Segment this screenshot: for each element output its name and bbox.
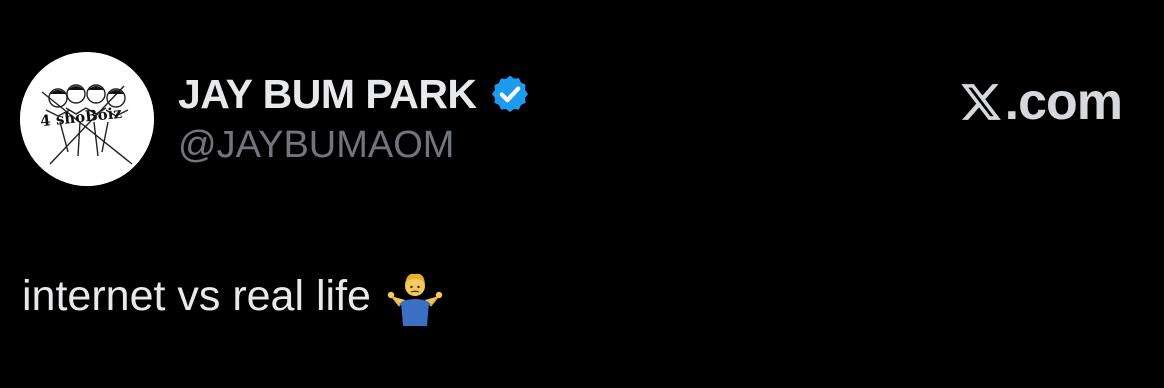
site-suffix: .com [1004, 73, 1123, 131]
person-shrugging-icon [385, 266, 445, 326]
tweet-text: internet vs real life [22, 271, 371, 320]
handle[interactable]: @JAYBUMAOM [178, 124, 454, 167]
tweet-card: 4 shoBoiz JAY BUM PARK @JAYBUMAOM .com i… [0, 0, 1164, 388]
avatar[interactable]: 4 shoBoiz [20, 52, 154, 186]
display-name[interactable]: JAY BUM PARK [178, 71, 477, 118]
display-name-row: JAY BUM PARK [178, 70, 531, 118]
verified-badge-icon [489, 73, 531, 115]
site-brand[interactable]: .com [959, 72, 1123, 132]
tweet-text-row: internet vs real life [22, 266, 445, 326]
x-logo-icon [959, 80, 1003, 124]
